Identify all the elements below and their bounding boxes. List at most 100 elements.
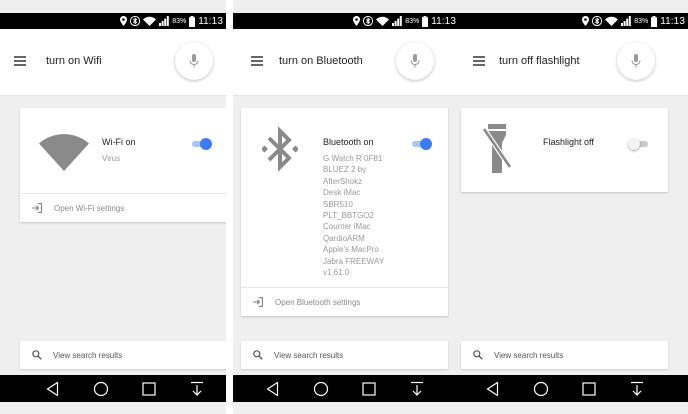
battery-icon (189, 15, 196, 27)
back-icon (266, 381, 279, 397)
download-button[interactable] (628, 380, 646, 398)
navigation-bar (456, 375, 688, 402)
phone-screen-bluetooth: 83% 11:13 turn on Bluetooth Bluetooth on… (233, 0, 459, 414)
recents-icon (582, 382, 596, 396)
search-bar[interactable]: turn on Bluetooth (233, 29, 459, 96)
battery-percent: 83% (634, 17, 649, 25)
status-bar: 83% 11:13 (0, 13, 226, 29)
menu-icon[interactable] (251, 56, 265, 66)
card-title: Bluetooth on (323, 137, 374, 147)
wifi-toggle[interactable] (190, 138, 212, 150)
voice-search-button[interactable] (175, 42, 213, 80)
battery-icon (651, 15, 658, 27)
back-button[interactable] (44, 380, 62, 398)
navigation-bar (233, 375, 459, 402)
device-name: AfterShokz (323, 176, 363, 186)
phone-screen-wifi: 83% 11:13 turn on Wifi Wi-Fi on Virus Op… (0, 0, 226, 414)
location-pin-icon (353, 16, 361, 26)
location-pin-icon (120, 16, 128, 26)
device-name: SBR510 (323, 199, 353, 209)
status-time: 11:13 (198, 15, 223, 27)
device-name: v1.61.0 (323, 268, 350, 278)
view-search-results[interactable]: View search results (20, 341, 226, 369)
search-icon (473, 350, 483, 360)
battery-percent: 83% (405, 17, 420, 25)
battery-percent: 83% (172, 17, 187, 25)
home-icon (93, 381, 109, 397)
back-button[interactable] (264, 380, 282, 398)
device-name: G Watch R 0F81 (323, 154, 383, 163)
download-button[interactable] (188, 380, 206, 398)
download-button[interactable] (408, 380, 426, 398)
bluetooth-icon (262, 126, 298, 172)
open-settings-link[interactable]: Open Bluetooth settings (241, 287, 448, 317)
mic-icon (410, 54, 420, 68)
status-time: 11:13 (660, 15, 685, 27)
battery-icon (422, 15, 429, 27)
card-title: Flashlight off (543, 137, 594, 147)
mic-icon (631, 54, 641, 68)
bluetooth-card: Bluetooth on G Watch R 0F81 BLUEZ 2 by A… (241, 108, 448, 316)
cell-signal-icon (392, 16, 402, 26)
bluetooth-icon (363, 16, 374, 26)
open-settings-link[interactable]: Open Wi-Fi settings (20, 193, 226, 223)
device-name: QardioARM (323, 233, 365, 243)
recents-button[interactable] (360, 380, 378, 398)
wifi-icon (143, 16, 157, 26)
recents-button[interactable] (580, 380, 598, 398)
wifi-icon (39, 134, 89, 171)
recents-icon (142, 382, 156, 396)
open-settings-icon (253, 297, 263, 307)
screenshot-separator (226, 0, 233, 414)
location-pin-icon (582, 16, 590, 26)
cell-signal-icon (621, 16, 631, 26)
search-query[interactable]: turn off flashlight (499, 55, 580, 67)
open-settings-icon (32, 203, 42, 213)
search-bar[interactable]: turn on Wifi (0, 29, 226, 96)
card-title: Wi-Fi on (102, 137, 136, 147)
flashlight-card: Flashlight off (461, 108, 668, 192)
flashlight-off-icon (482, 124, 512, 173)
search-query[interactable]: turn on Bluetooth (279, 55, 363, 67)
paired-devices-list: G Watch R 0F81 BLUEZ 2 by AfterShokz Des… (323, 153, 384, 278)
voice-search-button[interactable] (396, 42, 434, 80)
device-name: PLT_BBTGO2 (323, 211, 374, 221)
search-icon (32, 350, 42, 360)
flashlight-toggle[interactable] (628, 138, 650, 150)
download-icon (631, 381, 643, 396)
home-icon (313, 381, 329, 397)
device-name: Desk iMac (323, 188, 361, 198)
download-icon (411, 381, 423, 396)
search-icon (253, 350, 263, 360)
home-button[interactable] (532, 380, 550, 398)
status-bar: 83% 11:13 (456, 13, 688, 29)
download-icon (191, 381, 203, 396)
back-icon (486, 381, 499, 397)
view-search-results[interactable]: View search results (241, 341, 448, 369)
card-subtitle: Virus (102, 154, 121, 163)
home-button[interactable] (92, 380, 110, 398)
status-bar: 83% 11:13 (233, 13, 459, 29)
wifi-icon (376, 16, 390, 26)
menu-icon[interactable] (473, 56, 487, 66)
device-name: Jabra FREEWAY (323, 256, 384, 266)
navigation-bar (0, 375, 226, 402)
search-bar[interactable]: turn off flashlight (456, 29, 688, 96)
home-button[interactable] (312, 380, 330, 398)
back-icon (46, 381, 59, 397)
bluetooth-icon (592, 16, 603, 26)
cell-signal-icon (159, 16, 169, 26)
status-time: 11:13 (431, 15, 456, 27)
home-icon (533, 381, 549, 397)
recents-icon (362, 382, 376, 396)
device-name: Counter iMac (323, 222, 371, 232)
bluetooth-icon (130, 16, 141, 26)
search-query[interactable]: turn on Wifi (46, 55, 102, 67)
menu-icon[interactable] (14, 56, 28, 66)
voice-search-button[interactable] (617, 42, 655, 80)
bluetooth-toggle[interactable] (410, 138, 432, 150)
back-button[interactable] (484, 380, 502, 398)
recents-button[interactable] (140, 380, 158, 398)
view-search-results[interactable]: View search results (461, 341, 668, 369)
mic-icon (189, 54, 199, 68)
